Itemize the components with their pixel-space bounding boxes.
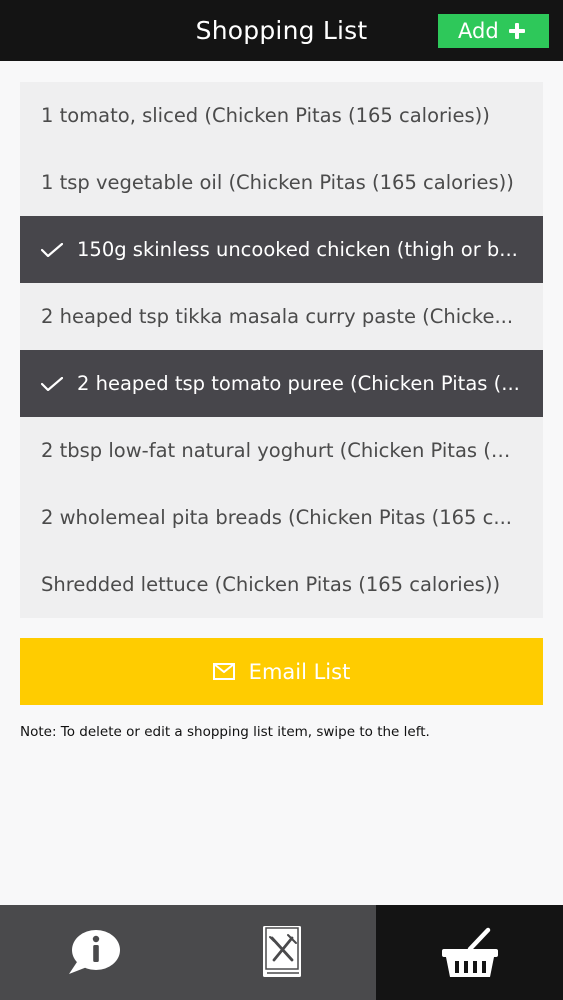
tab-shopping[interactable] <box>376 905 563 1000</box>
navigation-bar: Shopping List Add <box>0 0 563 61</box>
checkmark-icon <box>41 376 63 391</box>
list-item-text: 2 wholemeal pita breads (Chicken Pitas (… <box>41 506 512 529</box>
shopping-list: 1 tomato, sliced (Chicken Pitas (165 cal… <box>20 82 543 618</box>
list-item[interactable]: Shredded lettuce (Chicken Pitas (165 cal… <box>20 551 543 618</box>
list-item[interactable]: 1 tomato, sliced (Chicken Pitas (165 cal… <box>20 82 543 149</box>
list-item-text: 2 heaped tsp tomato puree (Chicken Pitas… <box>77 372 520 395</box>
checkmark-icon <box>41 242 63 257</box>
add-button[interactable]: Add <box>438 14 549 48</box>
list-item[interactable]: 2 heaped tsp tikka masala curry paste (C… <box>20 283 543 350</box>
list-item[interactable]: 1 tsp vegetable oil (Chicken Pitas (165 … <box>20 149 543 216</box>
tab-info[interactable] <box>0 905 188 1000</box>
list-item[interactable]: 2 wholemeal pita breads (Chicken Pitas (… <box>20 484 543 551</box>
swipe-note: Note: To delete or edit a shopping list … <box>20 724 430 740</box>
tab-recipes[interactable] <box>188 905 376 1000</box>
tab-bar <box>0 905 563 1000</box>
list-item-text: 1 tsp vegetable oil (Chicken Pitas (165 … <box>41 171 514 194</box>
list-item-text: 2 tbsp low-fat natural yoghurt (Chicken … <box>41 439 522 462</box>
email-list-button[interactable]: Email List <box>20 638 543 705</box>
list-item-text: 2 heaped tsp tikka masala curry paste (C… <box>41 305 514 328</box>
list-item-checked[interactable]: 2 heaped tsp tomato puree (Chicken Pitas… <box>20 350 543 417</box>
email-list-label: Email List <box>248 659 351 684</box>
mail-icon <box>212 663 235 680</box>
list-item-text: 1 tomato, sliced (Chicken Pitas (165 cal… <box>41 104 490 127</box>
info-icon <box>69 929 120 974</box>
add-button-label: Add <box>458 19 499 43</box>
list-item-checked[interactable]: 150g skinless uncooked chicken (thigh or… <box>20 216 543 283</box>
basket-icon <box>441 927 498 977</box>
plus-icon <box>508 23 525 39</box>
list-item[interactable]: 2 tbsp low-fat natural yoghurt (Chicken … <box>20 417 543 484</box>
recipe-book-icon <box>263 925 301 977</box>
list-item-text: 150g skinless uncooked chicken (thigh or… <box>77 238 518 261</box>
list-item-text: Shredded lettuce (Chicken Pitas (165 cal… <box>41 573 501 596</box>
